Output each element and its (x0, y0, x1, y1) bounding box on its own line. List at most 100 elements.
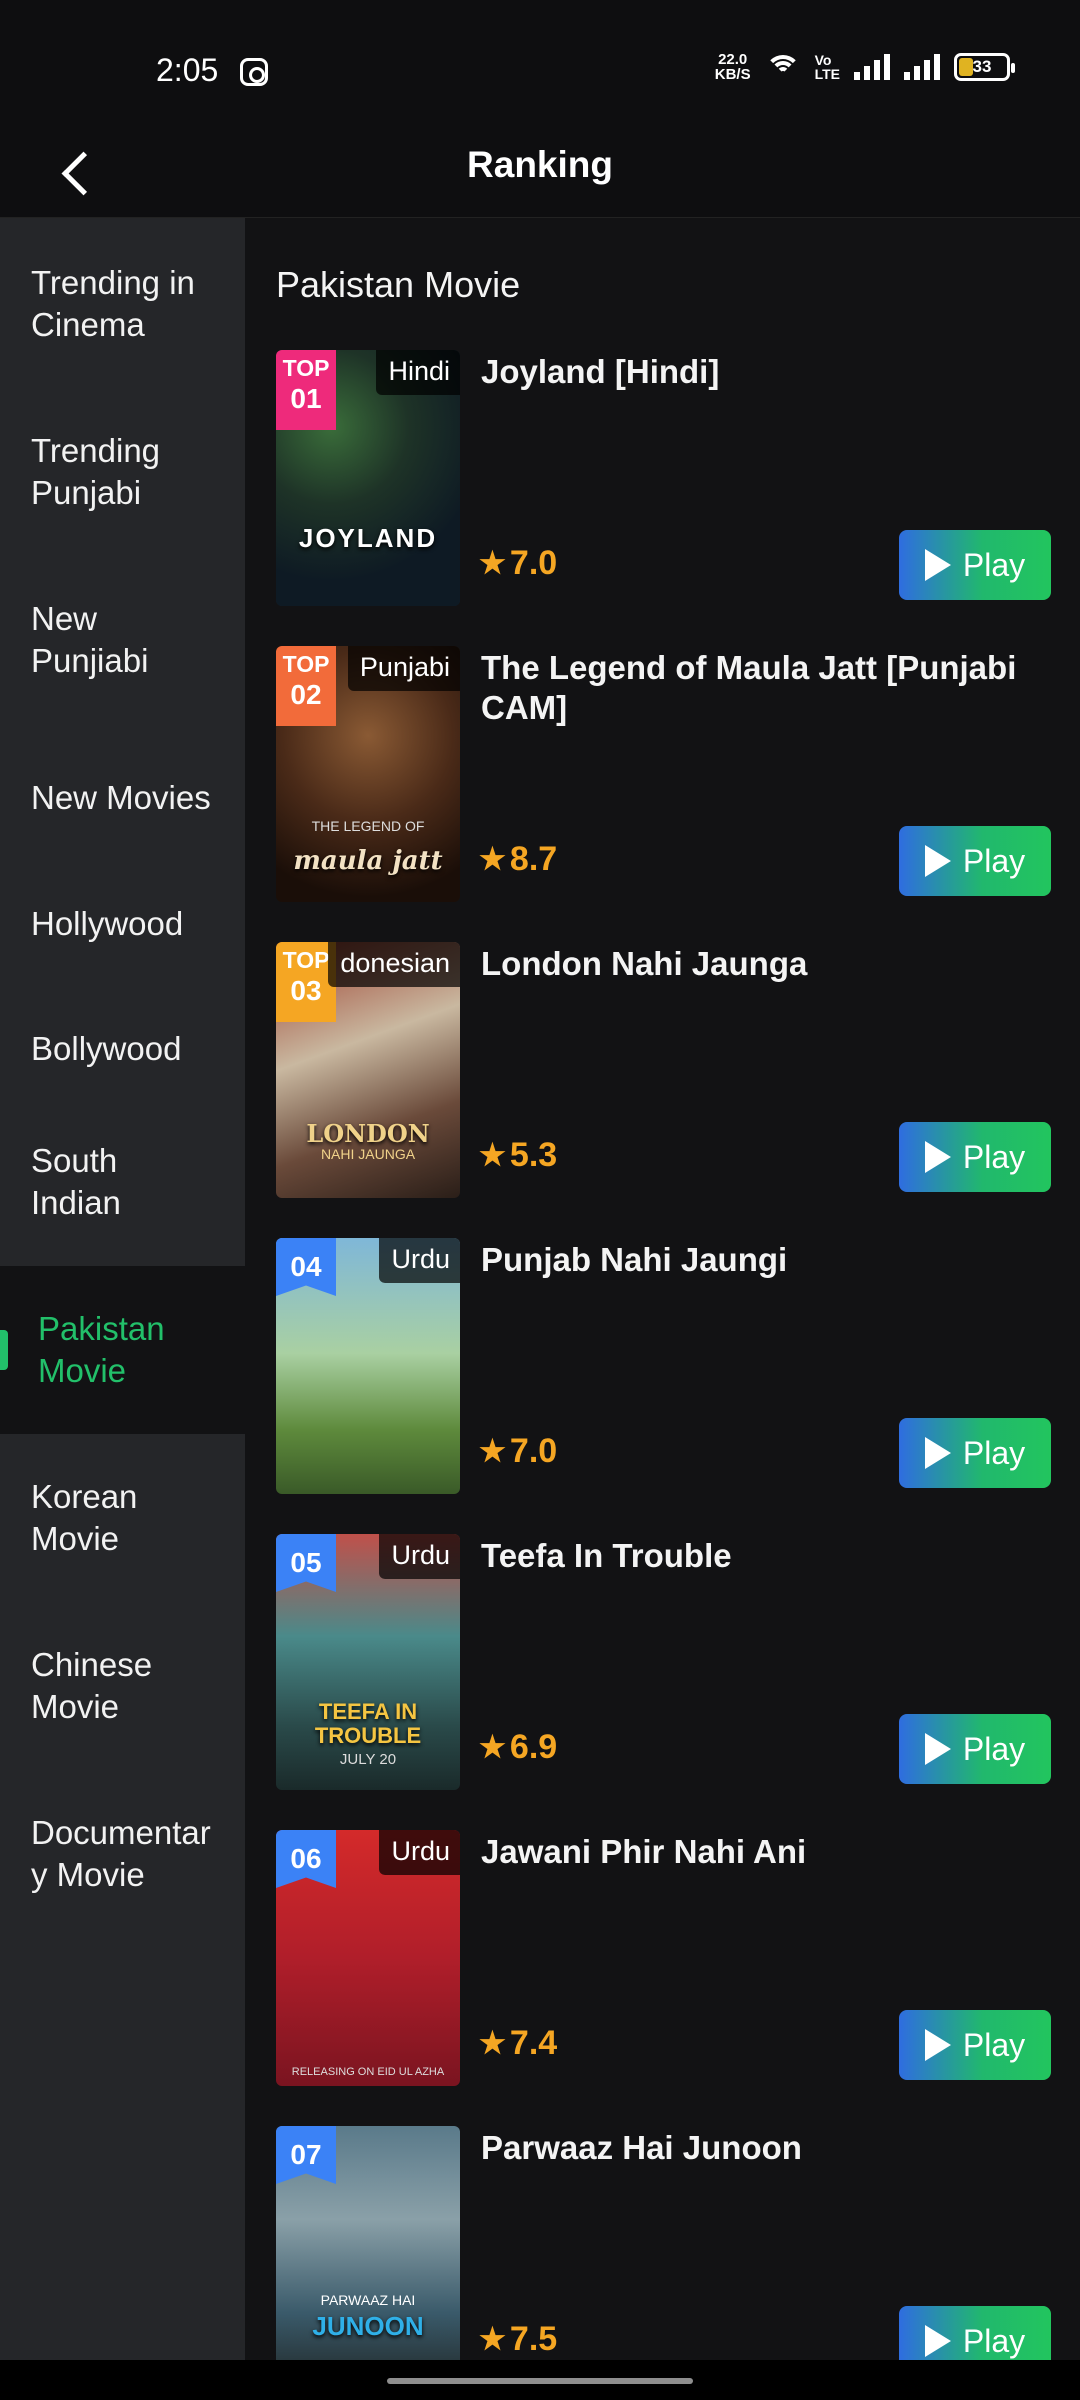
home-indicator[interactable] (387, 2378, 693, 2384)
play-icon (924, 549, 951, 581)
movie-card[interactable]: LONDON NAHI JAUNGA TOP 03 donesian London… (276, 942, 1052, 1198)
movie-card[interactable]: RELEASING ON EID UL AZHA 06 Urdu Jawani … (276, 1830, 1052, 2086)
movie-title[interactable]: Parwaaz Hai Junoon (481, 2128, 1041, 2168)
star-icon: ★ (479, 2027, 506, 2060)
play-icon (924, 1437, 951, 1469)
sidebar-item-trending-in-cinema[interactable]: Trending in Cinema (0, 254, 245, 354)
star-icon: ★ (479, 843, 506, 876)
play-button[interactable]: Play (899, 530, 1051, 600)
play-label: Play (962, 2322, 1026, 2359)
play-button[interactable]: Play (899, 826, 1051, 896)
movie-poster[interactable]: LONDON NAHI JAUNGA TOP 03 donesian (276, 942, 460, 1198)
sidebar-item-documentary-movie[interactable]: Documentary Movie (0, 1804, 245, 1904)
play-label: Play (962, 1434, 1026, 1471)
poster-subtitle-text: NAHI JAUNGA (320, 1146, 416, 1162)
movie-card[interactable]: PARWAAZ HAI JUNOON 07 Parwaaz Hai Junoon… (276, 2126, 1052, 2360)
language-badge: donesian (328, 942, 460, 987)
movie-title[interactable]: Joyland [Hindi] (481, 352, 1041, 392)
rank-number: 01 (290, 383, 322, 414)
rank-number: 03 (290, 975, 322, 1006)
play-icon (924, 2325, 951, 2357)
play-button[interactable]: Play (899, 1122, 1051, 1192)
battery-level: 33 (972, 57, 992, 76)
network-speed: 22.0 KB/S (715, 52, 751, 82)
movie-card[interactable]: JOYLAND TOP 01 Hindi Joyland [Hindi] ★ 7.0… (276, 350, 1052, 606)
status-time: 2:05 (156, 52, 219, 88)
rank-badge: TOP 01 (276, 350, 336, 430)
sidebar-item-label: Trending Punjabi (31, 432, 161, 511)
rank-number: 04 (290, 1251, 322, 1282)
play-button[interactable]: Play (899, 2306, 1051, 2360)
movie-poster[interactable]: TEEFA IN TROUBLE JULY 20 05 Urdu (276, 1534, 460, 1790)
play-icon (924, 1141, 951, 1173)
rank-number: 02 (290, 679, 322, 710)
poster-title-text: TEEFA IN TROUBLE (314, 1699, 422, 1748)
sidebar-item-korean-movie[interactable]: Korean Movie (0, 1468, 245, 1568)
sidebar-item-label: Korean Movie (31, 1478, 138, 1557)
language-badge: Urdu (379, 1534, 460, 1579)
rank-top-label: TOP (282, 651, 330, 677)
rating-value: 8.7 (509, 840, 558, 878)
status-bar: 2:05 22.0 KB/S Vo LTE 33 (0, 0, 1080, 130)
language-badge: Urdu (379, 1830, 460, 1875)
section-title: Pakistan Movie (276, 264, 521, 305)
movie-poster[interactable]: THE LEGEND OF maula jatt TOP 02 Punjabi (276, 646, 460, 902)
movie-rating: ★ 8.7 (479, 840, 557, 879)
sidebar-item-pakistan-movie[interactable]: Pakistan Movie (0, 1266, 245, 1434)
rank-badge: TOP 03 (276, 942, 336, 1022)
star-icon: ★ (479, 547, 506, 580)
movie-poster[interactable]: 04 Urdu (276, 1238, 460, 1494)
movie-rating: ★ 7.4 (479, 2024, 557, 2063)
sidebar-item-label: New Punjiabi (31, 600, 149, 679)
sidebar-item-chinese-movie[interactable]: Chinese Movie (0, 1636, 245, 1736)
signal-icon (854, 54, 890, 80)
play-button[interactable]: Play (899, 2010, 1051, 2080)
rating-value: 7.0 (509, 544, 558, 582)
play-label: Play (962, 1730, 1026, 1767)
movie-rating: ★ 7.0 (479, 544, 557, 583)
rank-number: 06 (290, 1843, 322, 1874)
sidebar-item-new-punjiabi[interactable]: New Punjiabi (0, 590, 245, 690)
volte-top: Vo (814, 52, 832, 68)
movie-poster[interactable]: JOYLAND TOP 01 Hindi (276, 350, 460, 606)
play-button[interactable]: Play (899, 1714, 1051, 1784)
movie-rating: ★ 7.5 (479, 2320, 557, 2359)
sidebar-item-trending-punjabi[interactable]: Trending Punjabi (0, 422, 245, 522)
movie-rating: ★ 6.9 (479, 1728, 557, 1767)
rating-value: 7.0 (509, 1432, 558, 1470)
poster-subtitle-text: PARWAAZ HAI (320, 2292, 416, 2308)
sidebar-item-label: Pakistan Movie (38, 1310, 165, 1389)
sidebar-item-bollywood[interactable]: Bollywood (0, 1009, 245, 1089)
movie-title[interactable]: Punjab Nahi Jaungi (481, 1240, 1041, 1280)
sidebar-item-label: Trending in Cinema (31, 264, 195, 343)
sidebar-item-label: Hollywood (31, 905, 184, 942)
sidebar-item-label: South Indian (31, 1142, 121, 1221)
page-title: Ranking (467, 144, 613, 185)
battery-icon: 33 (954, 53, 1015, 81)
sidebar-item-label: New Movies (31, 779, 211, 816)
rank-number: 05 (290, 1547, 322, 1578)
poster-subtitle-text: RELEASING ON EID UL AZHA (291, 2066, 445, 2078)
movie-card[interactable]: THE LEGEND OF maula jatt TOP 02 Punjabi T… (276, 646, 1052, 902)
movie-title[interactable]: Jawani Phir Nahi Ani (481, 1832, 1041, 1872)
movie-card[interactable]: 04 Urdu Punjab Nahi Jaungi ★ 7.0 Play (276, 1238, 1052, 1494)
movie-poster[interactable]: RELEASING ON EID UL AZHA 06 Urdu (276, 1830, 460, 2086)
movie-title[interactable]: Teefa In Trouble (481, 1536, 1041, 1576)
app-header: Ranking (0, 130, 1080, 218)
sidebar-item-new-movies[interactable]: New Movies (0, 758, 245, 838)
movie-poster[interactable]: PARWAAZ HAI JUNOON 07 (276, 2126, 460, 2360)
poster-title-text: JOYLAND (298, 523, 438, 553)
movie-card[interactable]: TEEFA IN TROUBLE JULY 20 05 Urdu Teefa I… (276, 1534, 1052, 1790)
movie-title[interactable]: London Nahi Jaunga (481, 944, 1041, 984)
play-label: Play (962, 546, 1026, 583)
movie-title[interactable]: The Legend of Maula Jatt [Punjabi CAM] (481, 648, 1041, 728)
star-icon: ★ (479, 1731, 506, 1764)
network-speed-value: 22.0 (718, 51, 748, 68)
play-icon (924, 1733, 951, 1765)
sidebar-item-south-indian[interactable]: South Indian (0, 1132, 245, 1232)
star-icon: ★ (479, 1139, 506, 1172)
play-button[interactable]: Play (899, 1418, 1051, 1488)
rank-top-label: TOP (282, 947, 330, 973)
instagram-icon (240, 58, 268, 86)
sidebar-item-hollywood[interactable]: Hollywood (0, 884, 245, 964)
